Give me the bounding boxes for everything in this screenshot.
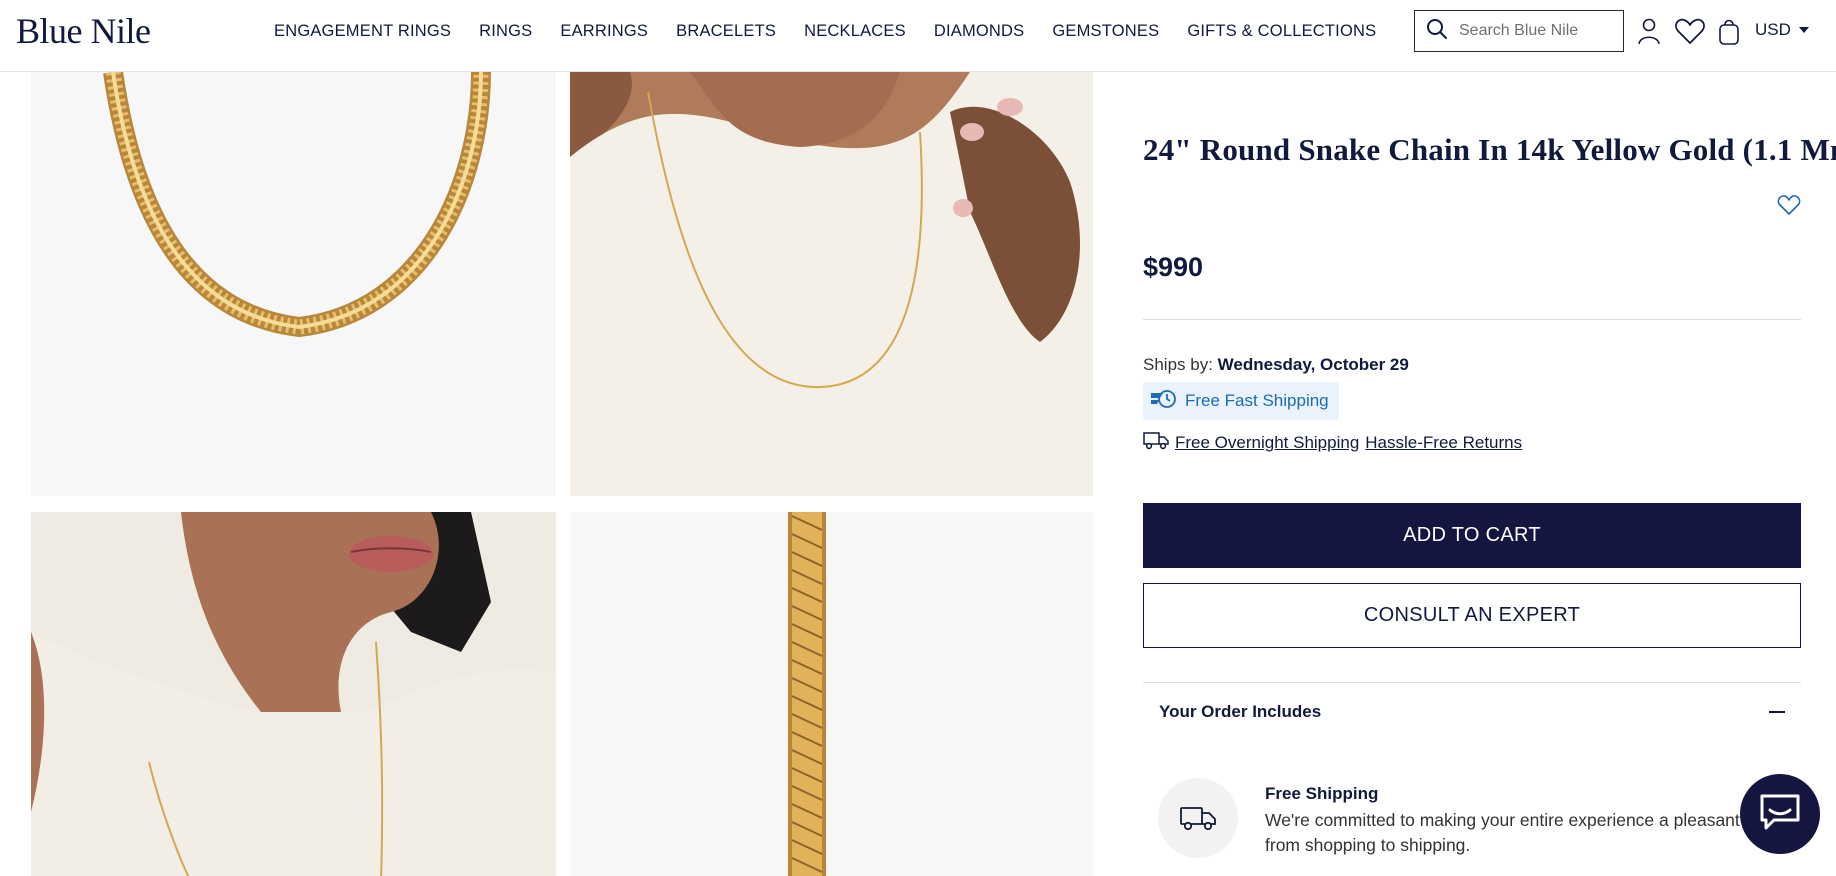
nav-item-necklaces[interactable]: NECKLACES [804,22,906,41]
shipping-links: Free Overnight Shipping Hassle-Free Retu… [1143,430,1522,455]
product-image-chain[interactable] [31,72,556,496]
heart-icon[interactable] [1777,194,1801,216]
truck-icon [1158,778,1238,858]
order-includes-toggle[interactable]: Your Order Includes [1143,682,1801,742]
nav-item-earrings[interactable]: EARRINGS [560,22,648,41]
nav-item-bracelets[interactable]: BRACELETS [676,22,776,41]
ships-by: Ships by: Wednesday, October 29 [1143,355,1409,375]
nav-item-gifts-collections[interactable]: GIFTS & COLLECTIONS [1187,22,1376,41]
brand-logo[interactable]: Blue Nile [16,10,151,52]
currency-selector[interactable]: USD [1755,20,1809,40]
product-image-chain-detail[interactable] [570,512,1093,876]
chat-button[interactable] [1740,774,1820,854]
search-input[interactable] [1459,22,1619,40]
nav-item-engagement-rings[interactable]: ENGAGEMENT RINGS [274,22,451,41]
site-header: Blue Nile ENGAGEMENT RINGS RINGS EARRING… [0,0,1836,72]
product-gallery [0,72,1100,876]
currency-label: USD [1755,20,1791,39]
returns-link[interactable]: Hassle-Free Returns [1365,433,1522,453]
search-icon[interactable] [1425,17,1449,46]
chat-icon [1758,792,1802,837]
perk-title: Free Shipping [1265,784,1379,803]
product-title: 24" Round Snake Chain In 14k Yellow Gold… [1143,132,1836,167]
bag-icon[interactable] [1714,16,1744,46]
main-nav: ENGAGEMENT RINGS RINGS EARRINGS BRACELET… [260,0,1390,62]
nav-item-gemstones[interactable]: GEMSTONES [1052,22,1159,41]
perk-text: We're committed to making your entire ex… [1265,810,1779,855]
chevron-down-icon [1798,27,1809,33]
wishlist-icon[interactable] [1673,16,1707,46]
fast-shipping-label: Free Fast Shipping [1185,391,1329,410]
product-image-model-side[interactable] [31,512,556,876]
ships-by-date: Wednesday, October 29 [1217,355,1409,374]
product-price: $990 [1143,252,1204,282]
product-image-model-front[interactable] [570,72,1093,496]
collapse-icon [1769,711,1785,713]
fast-shipping-badge: Free Fast Shipping [1143,382,1339,420]
nav-item-rings[interactable]: RINGS [479,22,532,41]
add-to-cart-button[interactable]: ADD TO CART [1143,503,1801,568]
overnight-shipping-link[interactable]: Free Overnight Shipping [1175,433,1359,453]
fast-shipping-icon [1149,387,1177,416]
consult-expert-button[interactable]: CONSULT AN EXPERT [1143,583,1801,648]
truck-icon [1143,430,1169,455]
divider [1143,319,1801,320]
ships-by-label: Ships by: [1143,355,1213,374]
nav-item-diamonds[interactable]: DIAMONDS [934,22,1025,41]
account-icon[interactable] [1634,16,1664,46]
order-includes-label: Your Order Includes [1159,702,1322,721]
search-box[interactable] [1414,10,1624,52]
